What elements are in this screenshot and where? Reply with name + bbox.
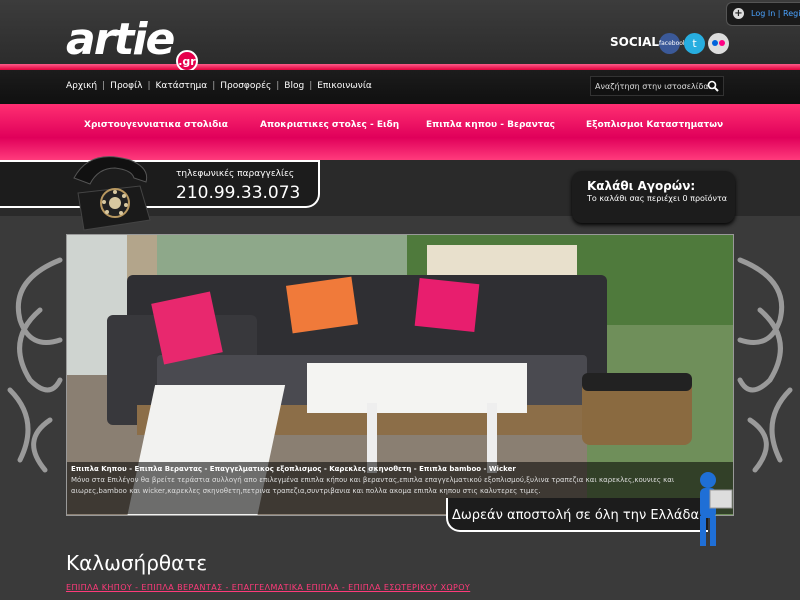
cart-title[interactable]: Καλάθι Αγορών: — [587, 179, 695, 193]
category-carnival[interactable]: Αποκριατικες στολες - Ειδη — [260, 120, 399, 130]
plus-icon[interactable]: + — [733, 8, 744, 19]
nav-separator: | — [276, 81, 280, 91]
search-icon[interactable] — [707, 80, 719, 92]
free-shipping-text: Δωρεάν αποστολή σε όλη την Ελλάδα — [452, 508, 700, 523]
decorative-swirl-left — [7, 257, 63, 473]
nav-item-profile[interactable]: Προφίλ — [110, 81, 142, 91]
nav-separator: | — [212, 81, 216, 91]
phone-label: τηλεφωνικές παραγγελίες — [176, 169, 295, 179]
welcome-heading: Καλωσήρθατε — [66, 551, 208, 575]
site-logo[interactable]: artie — [66, 14, 175, 65]
nav-item-contact[interactable]: Επικοινωνία — [317, 81, 372, 91]
logo-suffix: .gr — [176, 50, 198, 72]
furniture-category-links[interactable]: ΕΠΙΠΛΑ ΚΗΠΟΥ - ΕΠΙΠΛΑ ΒΕΡΑΝΤΑΣ - ΕΠΑΓΓΕΛ… — [66, 583, 470, 592]
banner-caption-title: Επιπλα Κηπου - Επιπλα Βεραντας - Επαγγελ… — [71, 465, 516, 473]
nav-item-offers[interactable]: Προσφορές — [220, 81, 271, 91]
facebook-icon[interactable]: facebook — [659, 33, 686, 54]
main-nav: Αρχική | Προφίλ | Κατάστημα | Προσφορές … — [66, 81, 372, 91]
nav-separator: | — [147, 81, 151, 91]
nav-item-store[interactable]: Κατάστημα — [156, 81, 208, 91]
login-links[interactable]: Log In | Regis — [751, 9, 800, 18]
category-christmas[interactable]: Χριστουγεννιατικα στολιδια — [84, 120, 228, 130]
flickr-icon[interactable] — [708, 33, 729, 54]
telephone-icon — [73, 156, 151, 231]
category-garden-furniture[interactable]: Επιπλα κηπου - Βεραντας — [426, 120, 555, 130]
delivery-man-icon — [700, 472, 733, 546]
phone-number: 210.99.33.073 — [176, 183, 301, 203]
social-label: SOCIAL — [610, 35, 660, 49]
decorative-swirl-right — [737, 257, 793, 473]
twitter-icon[interactable]: t — [684, 33, 705, 54]
nav-separator: | — [309, 81, 313, 91]
nav-item-home[interactable]: Αρχική — [66, 81, 97, 91]
cart-status: Το καλάθι σας περιέχει 0 προϊόντα — [587, 194, 728, 203]
nav-item-blog[interactable]: Blog — [284, 81, 304, 91]
login-tab[interactable]: + Log In | Regis — [726, 2, 800, 26]
category-store-equipment[interactable]: Εξοπλισμοι Καταστηματων — [586, 120, 723, 130]
search-input[interactable]: Αναζήτηση στην ιστοσελίδα... — [590, 76, 724, 96]
nav-separator: | — [102, 81, 106, 91]
banner-caption-text: Μόνο στα Επιλέγον θα βρείτε τεράστια συλ… — [71, 476, 675, 495]
